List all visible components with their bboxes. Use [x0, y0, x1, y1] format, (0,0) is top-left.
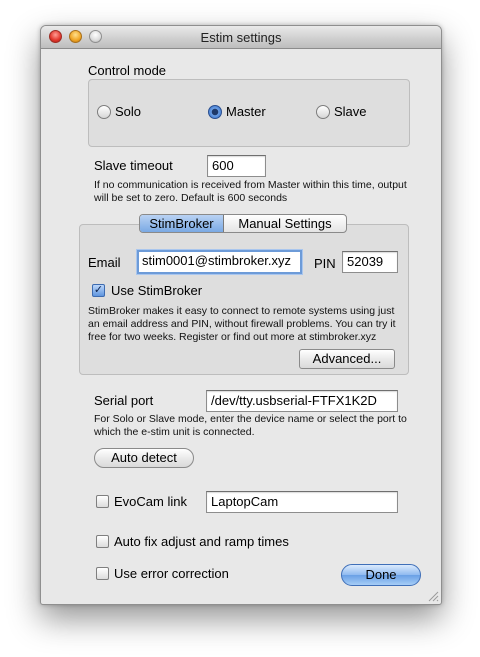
- error-correction-label[interactable]: Use error correction: [114, 566, 229, 581]
- done-button[interactable]: Done: [341, 564, 421, 586]
- evocam-link-label[interactable]: EvoCam link: [114, 494, 187, 509]
- email-input[interactable]: stim0001@stimbroker.xyz: [137, 250, 302, 274]
- settings-window: Estim settings Control mode Solo Master …: [40, 25, 442, 605]
- slave-timeout-label: Slave timeout: [94, 158, 173, 173]
- pin-input[interactable]: 52039: [342, 251, 398, 273]
- control-mode-group: Solo Master Slave: [88, 79, 410, 147]
- use-stimbroker-label[interactable]: Use StimBroker: [111, 283, 202, 298]
- email-label: Email: [88, 255, 121, 270]
- slave-timeout-input[interactable]: 600: [207, 155, 266, 177]
- title-bar[interactable]: Estim settings: [41, 26, 441, 49]
- tab-stimbroker[interactable]: StimBroker: [140, 215, 224, 232]
- evocam-link-checkbox[interactable]: [96, 495, 109, 508]
- use-stimbroker-checkbox[interactable]: ✓: [92, 284, 105, 297]
- resize-grip-icon[interactable]: [427, 590, 439, 602]
- stimbroker-tab-control: StimBroker Manual Settings: [139, 214, 347, 233]
- radio-solo-label[interactable]: Solo: [115, 104, 141, 119]
- control-mode-label: Control mode: [88, 63, 167, 78]
- stimbroker-description: StimBroker makes it easy to connect to r…: [88, 305, 396, 343]
- radio-solo[interactable]: [97, 105, 111, 119]
- auto-fix-checkbox[interactable]: [96, 535, 109, 548]
- stimbroker-group: Email stim0001@stimbroker.xyz PIN 52039 …: [79, 224, 409, 375]
- radio-slave[interactable]: [316, 105, 330, 119]
- serial-port-label: Serial port: [94, 393, 154, 408]
- slave-timeout-help: If no communication is received from Mas…: [94, 179, 407, 204]
- serial-port-input[interactable]: /dev/tty.usbserial-FTFX1K2D: [206, 390, 398, 412]
- advanced-button[interactable]: Advanced...: [299, 349, 395, 369]
- evocam-input[interactable]: LaptopCam: [206, 491, 398, 513]
- tab-manual-settings[interactable]: Manual Settings: [224, 215, 346, 232]
- error-correction-checkbox[interactable]: [96, 567, 109, 580]
- window-title: Estim settings: [200, 30, 282, 45]
- radio-master-label[interactable]: Master: [226, 104, 266, 119]
- auto-fix-label[interactable]: Auto fix adjust and ramp times: [114, 534, 289, 549]
- serial-port-help: For Solo or Slave mode, enter the device…: [94, 413, 407, 438]
- radio-slave-label[interactable]: Slave: [334, 104, 367, 119]
- radio-master[interactable]: [208, 105, 222, 119]
- pin-label: PIN: [314, 256, 336, 271]
- auto-detect-button[interactable]: Auto detect: [94, 448, 194, 468]
